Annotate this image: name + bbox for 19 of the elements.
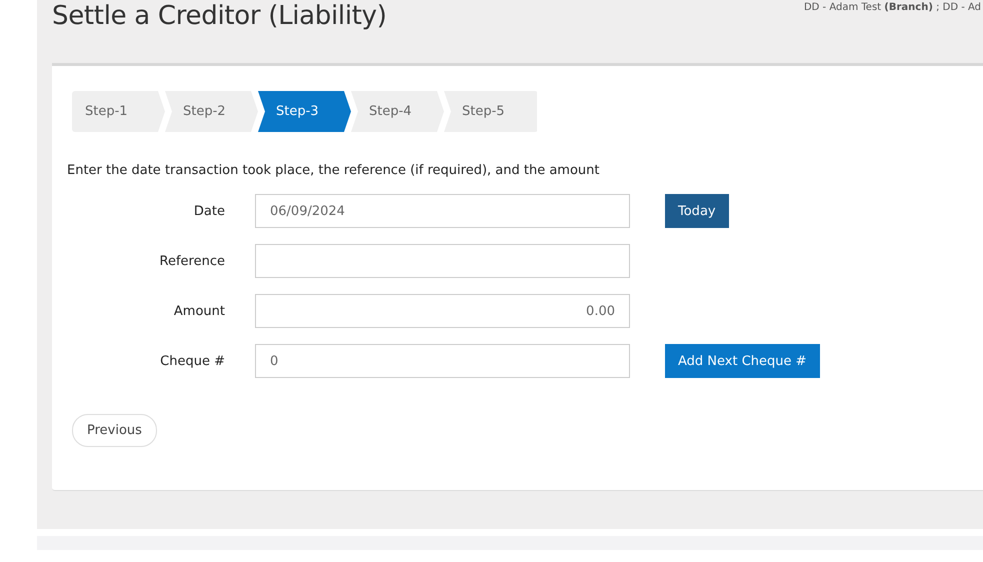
step-tab[interactable]: Step-2: [165, 91, 258, 132]
field-label: Date: [192, 204, 225, 218]
page-title: Settle a Creditor (Liability): [52, 0, 387, 32]
previous-button[interactable]: Previous: [72, 414, 157, 447]
action-button[interactable]: Today: [665, 194, 729, 228]
input-field[interactable]: [255, 244, 630, 278]
user-info: DD - Adam Test (Branch) ; DD - Ad: [804, 1, 981, 13]
instructions-text: Enter the date transaction took place, the reference (if required), and the amount: [67, 163, 600, 178]
step-tab[interactable]: Step-3: [258, 91, 351, 132]
action-button[interactable]: Add Next Cheque #: [665, 344, 820, 378]
field-label: Reference: [158, 254, 225, 268]
step-tab[interactable]: Step-5: [444, 91, 537, 132]
step-tab[interactable]: Step-4: [351, 91, 444, 132]
input-field[interactable]: 0: [255, 344, 630, 378]
input-field[interactable]: 0.00: [255, 294, 630, 328]
input-field[interactable]: 06/09/2024: [255, 194, 630, 228]
step-tab[interactable]: Step-1: [72, 91, 165, 132]
field-label: Cheque #: [159, 354, 225, 368]
field-label: Amount: [172, 304, 225, 318]
